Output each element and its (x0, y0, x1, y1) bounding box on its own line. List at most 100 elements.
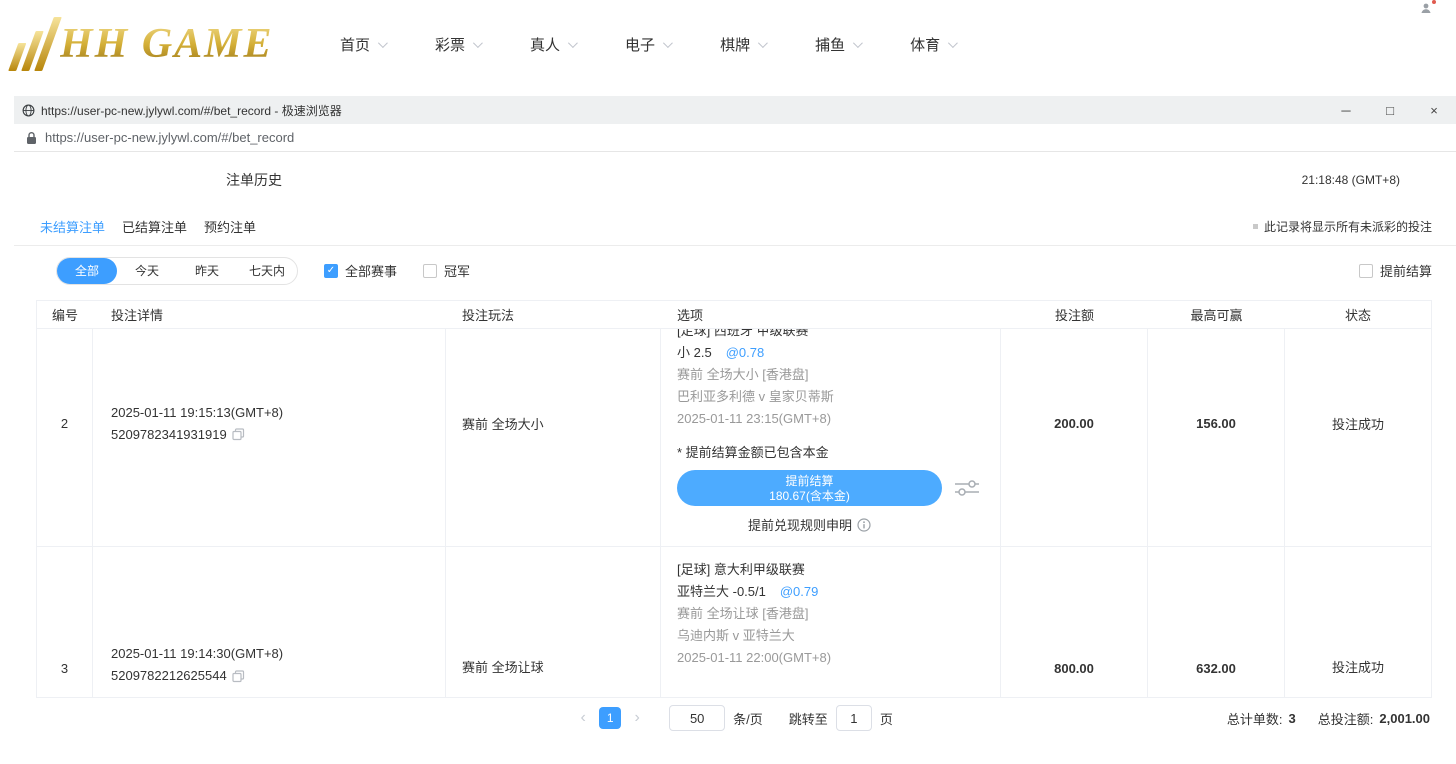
logo-text: HH GAME (60, 17, 274, 71)
row-detail-cell: 2025-01-11 19:15:13(GMT+8) 5209782341931… (93, 329, 446, 546)
site-logo[interactable]: HH GAME (18, 17, 318, 71)
total-amount-label: 总投注额: (1318, 709, 1374, 728)
chevron-down-icon (568, 38, 578, 48)
bet-time: 2025-01-11 19:15:13(GMT+8) (111, 402, 283, 424)
slider-adjust-icon[interactable] (954, 479, 980, 497)
person-icon (1420, 2, 1432, 14)
total-count-value: 3 (1289, 711, 1296, 726)
early-settle-row: 提前结算 180.67(含本金) (677, 470, 1000, 506)
early-settle-checkbox[interactable]: 提前结算 (1359, 261, 1432, 280)
col-maxwin: 最高可赢 (1148, 305, 1285, 324)
nav-item-sports[interactable]: 体育 (910, 34, 955, 55)
col-detail: 投注详情 (93, 305, 446, 324)
odds-value: @0.78 (726, 345, 765, 360)
pagination: ‹ 1 › 条/页 跳转至 页 总计单数: 3 总投注额: 2,001.00 (36, 698, 1432, 738)
match-time: 2025-01-11 23:15(GMT+8) (677, 408, 1000, 430)
tabs-row: 未结算注单 已结算注单 预约注单 此记录将显示所有未派彩的投注 (14, 208, 1456, 246)
match-teams: 乌迪内斯 v 亚特兰大 (677, 625, 1000, 647)
copy-icon[interactable] (232, 670, 245, 683)
nav-item-home[interactable]: 首页 (340, 34, 385, 55)
copy-icon[interactable] (232, 428, 245, 441)
all-events-checkbox[interactable]: ✓ 全部赛事 (324, 261, 397, 280)
row-id-cell: 2 (37, 329, 93, 546)
browser-window: https://user-pc-new.jylywl.com/#/bet_rec… (14, 96, 1456, 760)
globe-icon (22, 104, 35, 117)
checkbox-icon (423, 264, 437, 278)
chevron-down-icon (758, 38, 768, 48)
market-info: 赛前 全场大小 [香港盘] (677, 364, 1000, 386)
nav-item-fishing[interactable]: 捕鱼 (815, 34, 860, 55)
row-maxwin-cell: 632.00 (1148, 547, 1285, 697)
row-id-cell: 3 (37, 547, 93, 697)
info-icon[interactable] (857, 518, 871, 532)
table-row: 2 2025-01-11 19:15:13(GMT+8) 52097823419… (37, 329, 1431, 547)
col-status: 状态 (1285, 305, 1431, 324)
address-bar[interactable]: https://user-pc-new.jylywl.com/#/bet_rec… (14, 124, 1456, 152)
bet-time: 2025-01-11 19:14:30(GMT+8) (111, 643, 283, 665)
notification-dot (1432, 0, 1436, 4)
close-button[interactable]: × (1412, 96, 1456, 124)
col-amount: 投注额 (1001, 305, 1148, 324)
page-size-input[interactable] (669, 705, 725, 731)
bet-pick: 亚特兰大 -0.5/1@0.79 (677, 581, 1000, 603)
row-play-cell: 赛前 全场让球 (446, 547, 661, 697)
chevron-down-icon (473, 38, 483, 48)
match-teams: 巴利亚多利德 v 皇家贝蒂斯 (677, 386, 1000, 408)
match-time: 2025-01-11 22:00(GMT+8) (677, 647, 1000, 669)
row-amount-cell: 800.00 (1001, 547, 1148, 697)
page-unit-label: 页 (880, 709, 893, 728)
tab-settled[interactable]: 已结算注单 (122, 217, 187, 236)
nav-item-slots[interactable]: 电子 (625, 34, 670, 55)
early-settle-note: * 提前结算金额已包含本金 (677, 445, 1000, 461)
row-detail-cell: 2025-01-11 19:14:30(GMT+8) 5209782212625… (93, 547, 446, 697)
tab-unsettled[interactable]: 未结算注单 (40, 217, 105, 236)
jump-page-input[interactable] (836, 705, 872, 731)
row-option-cell: [足球] 西班牙 甲级联赛 小 2.5@0.78 赛前 全场大小 [香港盘] 巴… (661, 329, 1001, 546)
nav-item-live[interactable]: 真人 (530, 34, 575, 55)
chevron-down-icon (663, 38, 673, 48)
chevron-down-icon (378, 38, 388, 48)
league-name: [足球] 西班牙 甲级联赛 (677, 329, 1000, 342)
site-header: HH GAME 首页 彩票 真人 电子 棋牌 捕鱼 体育 (0, 0, 1456, 88)
order-number: 5209782341931919 (111, 424, 227, 446)
minimize-button[interactable]: ─ (1324, 96, 1368, 124)
nav-item-cards[interactable]: 棋牌 (720, 34, 765, 55)
row-status-cell: 投注成功 (1285, 547, 1431, 697)
status-badge: 投注成功 (1332, 414, 1384, 433)
total-amount-value: 2,001.00 (1379, 711, 1430, 726)
row-play-cell: 赛前 全场大小 (446, 329, 661, 546)
clock: 21:18:48 (GMT+8) (1302, 173, 1400, 187)
market-info: 赛前 全场让球 [香港盘] (677, 603, 1000, 625)
bet-record-page: 注单历史 21:18:48 (GMT+8) 未结算注单 已结算注单 预约注单 此… (14, 152, 1456, 760)
league-name: [足球] 意大利甲级联赛 (677, 559, 1000, 581)
record-note: 此记录将显示所有未派彩的投注 (1253, 218, 1432, 235)
window-title: https://user-pc-new.jylywl.com/#/bet_rec… (41, 102, 342, 119)
col-id: 编号 (37, 305, 93, 324)
row-amount-cell: 200.00 (1001, 329, 1148, 546)
profile-icon[interactable] (1420, 1, 1434, 14)
prev-page-button[interactable]: ‹ (575, 709, 591, 727)
col-option: 选项 (661, 305, 1001, 324)
early-settle-button[interactable]: 提前结算 180.67(含本金) (677, 470, 942, 506)
range-yesterday[interactable]: 昨天 (177, 258, 237, 284)
next-page-button[interactable]: › (629, 709, 645, 727)
jump-to-label: 跳转至 (789, 709, 828, 728)
per-page-label: 条/页 (733, 709, 763, 728)
nav-item-lottery[interactable]: 彩票 (435, 34, 480, 55)
tab-reserved[interactable]: 预约注单 (204, 217, 256, 236)
maximize-button[interactable]: □ (1368, 96, 1412, 124)
browser-titlebar[interactable]: https://user-pc-new.jylywl.com/#/bet_rec… (14, 96, 1456, 124)
range-today[interactable]: 今天 (117, 258, 177, 284)
page-number-button[interactable]: 1 (599, 707, 621, 729)
page-title: 注单历史 (226, 170, 282, 190)
early-cashout-rule-link[interactable]: 提前兑现规则申明 (677, 515, 942, 534)
table-row: 3 2025-01-11 19:14:30(GMT+8) 52097822126… (37, 547, 1431, 698)
url-text: https://user-pc-new.jylywl.com/#/bet_rec… (45, 130, 294, 145)
range-all[interactable]: 全部 (57, 258, 117, 284)
checkbox-icon (1359, 264, 1373, 278)
order-number: 5209782212625544 (111, 665, 227, 687)
range-7days[interactable]: 七天内 (237, 258, 297, 284)
champion-checkbox[interactable]: 冠军 (423, 261, 470, 280)
row-option-cell: [足球] 意大利甲级联赛 亚特兰大 -0.5/1@0.79 赛前 全场让球 [香… (661, 547, 1001, 697)
window-controls: ─ □ × (1324, 96, 1456, 124)
